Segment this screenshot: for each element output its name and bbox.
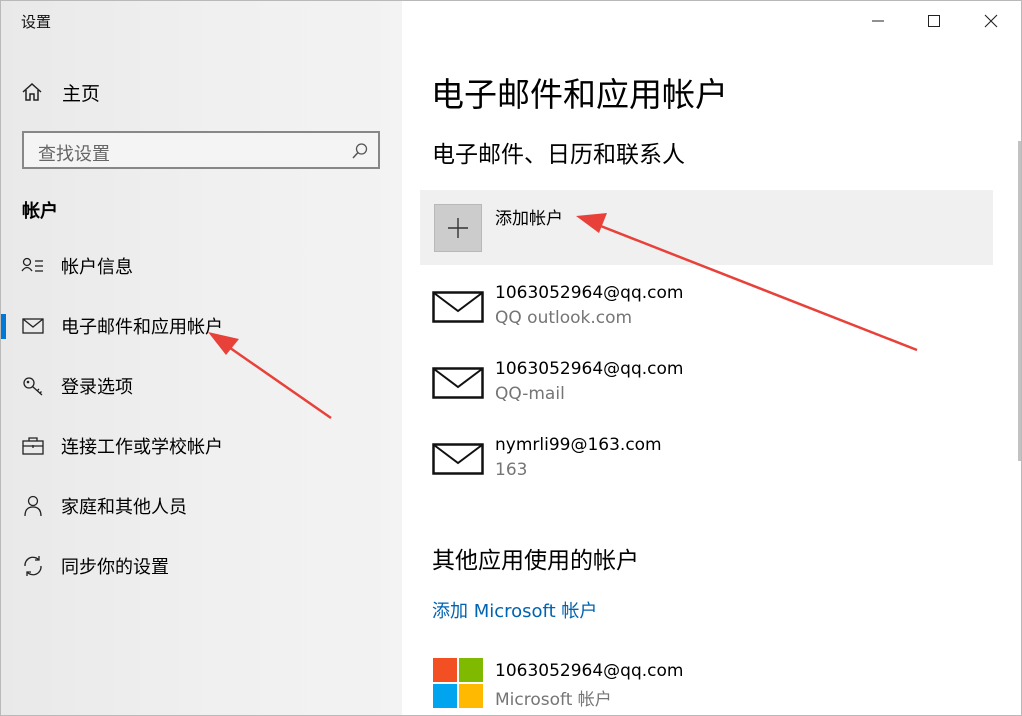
mail-icon [432, 443, 484, 475]
ms-logo-blue [433, 684, 457, 708]
sidebar-item-label: 登录选项 [61, 377, 133, 398]
page-title: 电子邮件和应用帐户 [431, 75, 728, 114]
account-provider: QQ-mail [495, 384, 565, 404]
sidebar-item-sign-in-options[interactable]: 登录选项 [1, 364, 402, 408]
briefcase-icon [20, 433, 46, 459]
key-icon [20, 373, 46, 399]
account-email: 1063052964@qq.com [495, 283, 684, 303]
email-section-title: 电子邮件、日历和联系人 [432, 142, 685, 168]
main-panel: 电子邮件和应用帐户 电子邮件、日历和联系人 添加帐户 1063052964@qq… [402, 1, 1021, 715]
account-provider: QQ outlook.com [495, 308, 633, 328]
sidebar-item-label: 同步你的设置 [61, 557, 169, 578]
account-info-icon [20, 253, 46, 279]
ms-logo-green [459, 658, 483, 682]
account-email: 1063052964@qq.com [495, 359, 684, 379]
window-controls [843, 1, 1021, 41]
settings-window: 设置 主页 查找设置 帐户 帐户信息 电子邮件和应用帐户 登录选项 连接工作或学… [0, 0, 1022, 716]
close-icon [984, 14, 998, 28]
ms-account-type: Microsoft 帐户 [495, 690, 612, 710]
person-icon [20, 493, 46, 519]
search-placeholder: 查找设置 [38, 144, 110, 165]
maximize-icon [928, 15, 940, 27]
account-email: nymrli99@163.com [495, 435, 662, 455]
scrollbar[interactable] [1018, 141, 1021, 461]
plus-icon [448, 218, 468, 238]
search-input[interactable]: 查找设置 [22, 131, 380, 169]
sidebar-item-label: 帐户信息 [61, 257, 133, 278]
account-provider: 163 [495, 460, 528, 480]
home-icon [22, 82, 42, 101]
sidebar-item-family[interactable]: 家庭和其他人员 [1, 484, 402, 528]
mail-icon [432, 367, 484, 399]
sidebar-item-email-accounts[interactable]: 电子邮件和应用帐户 [1, 304, 402, 348]
ms-logo-red [433, 658, 457, 682]
sidebar-item-work-school[interactable]: 连接工作或学校帐户 [1, 424, 402, 468]
sidebar-item-label: 家庭和其他人员 [61, 497, 187, 518]
add-account-label: 添加帐户 [495, 209, 563, 229]
maximize-button[interactable] [905, 1, 963, 41]
close-button[interactable] [962, 1, 1020, 41]
search-icon[interactable] [351, 142, 369, 160]
ms-logo-yellow [459, 684, 483, 708]
minimize-icon [872, 20, 884, 22]
add-account-tile [434, 204, 482, 252]
mail-icon [432, 291, 484, 323]
minimize-button[interactable] [849, 1, 907, 41]
sidebar: 设置 主页 查找设置 帐户 帐户信息 电子邮件和应用帐户 登录选项 连接工作或学… [1, 1, 402, 715]
mail-icon [20, 313, 46, 339]
microsoft-logo-icon [433, 658, 483, 708]
sidebar-item-label: 电子邮件和应用帐户 [61, 317, 223, 338]
sidebar-item-label: 连接工作或学校帐户 [61, 437, 223, 458]
add-microsoft-account-link[interactable]: 添加 Microsoft 帐户 [432, 597, 597, 623]
ms-account-email: 1063052964@qq.com [495, 661, 684, 681]
section-title: 帐户 [22, 201, 58, 222]
other-accounts-section-title: 其他应用使用的帐户 [432, 548, 639, 574]
home-nav-item[interactable]: 主页 [21, 79, 100, 105]
sidebar-item-sync[interactable]: 同步你的设置 [1, 544, 402, 588]
window-title: 设置 [21, 13, 52, 31]
sync-icon [20, 553, 46, 579]
add-account-button[interactable]: 添加帐户 [420, 190, 993, 265]
sidebar-item-account-info[interactable]: 帐户信息 [1, 244, 402, 288]
home-label: 主页 [62, 82, 101, 105]
